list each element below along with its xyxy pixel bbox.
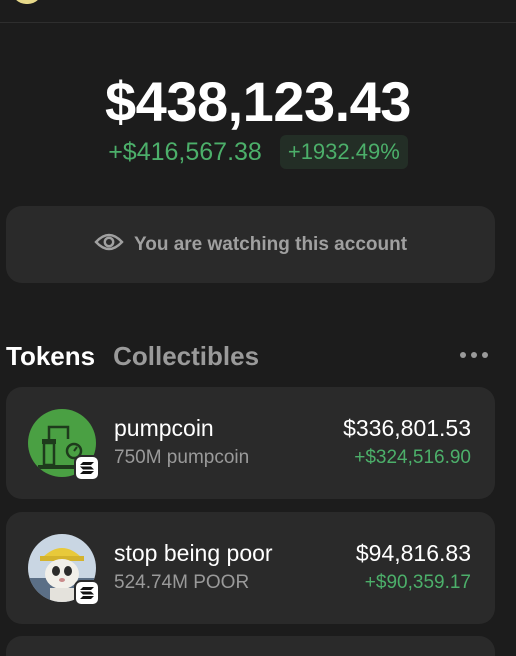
asset-tabs: Tokens Collectibles (6, 338, 259, 374)
portfolio-change-row: +$416,567.38 +1932.49% (0, 134, 516, 170)
more-dots-icon[interactable] (460, 345, 496, 365)
portfolio-change-percent: +1932.49% (279, 135, 408, 169)
token-row-stop-being-poor[interactable]: stop being poor 524.74M POOR $94,816.83 … (6, 512, 495, 624)
portfolio-balance: $438,123.43 (105, 70, 411, 133)
token-row-partial[interactable] (6, 636, 495, 656)
portfolio-change-amount: +$416,567.38 (108, 138, 262, 166)
solana-icon (74, 455, 100, 481)
eye-icon (94, 232, 124, 257)
token-change: +$90,359.17 (364, 572, 471, 593)
token-value: $94,816.83 (355, 540, 471, 566)
token-amount: 750M pumpcoin (114, 447, 250, 468)
token-name: pumpcoin (114, 415, 214, 441)
account-avatar[interactable] (12, 0, 42, 4)
token-change: +$324,516.90 (354, 447, 471, 468)
top-bar (0, 0, 516, 23)
token-row-pumpcoin[interactable]: pumpcoin 750M pumpcoin $336,801.53 +$324… (6, 387, 495, 499)
tab-collectibles[interactable]: Collectibles (113, 338, 259, 374)
watching-account-notice: You are watching this account (6, 206, 495, 283)
token-name: stop being poor (114, 540, 273, 566)
token-amount: 524.74M POOR (114, 572, 250, 593)
watching-account-text: You are watching this account (133, 233, 408, 255)
tab-tokens[interactable]: Tokens (6, 338, 95, 374)
token-value: $336,801.53 (343, 415, 471, 441)
solana-icon (74, 580, 100, 606)
